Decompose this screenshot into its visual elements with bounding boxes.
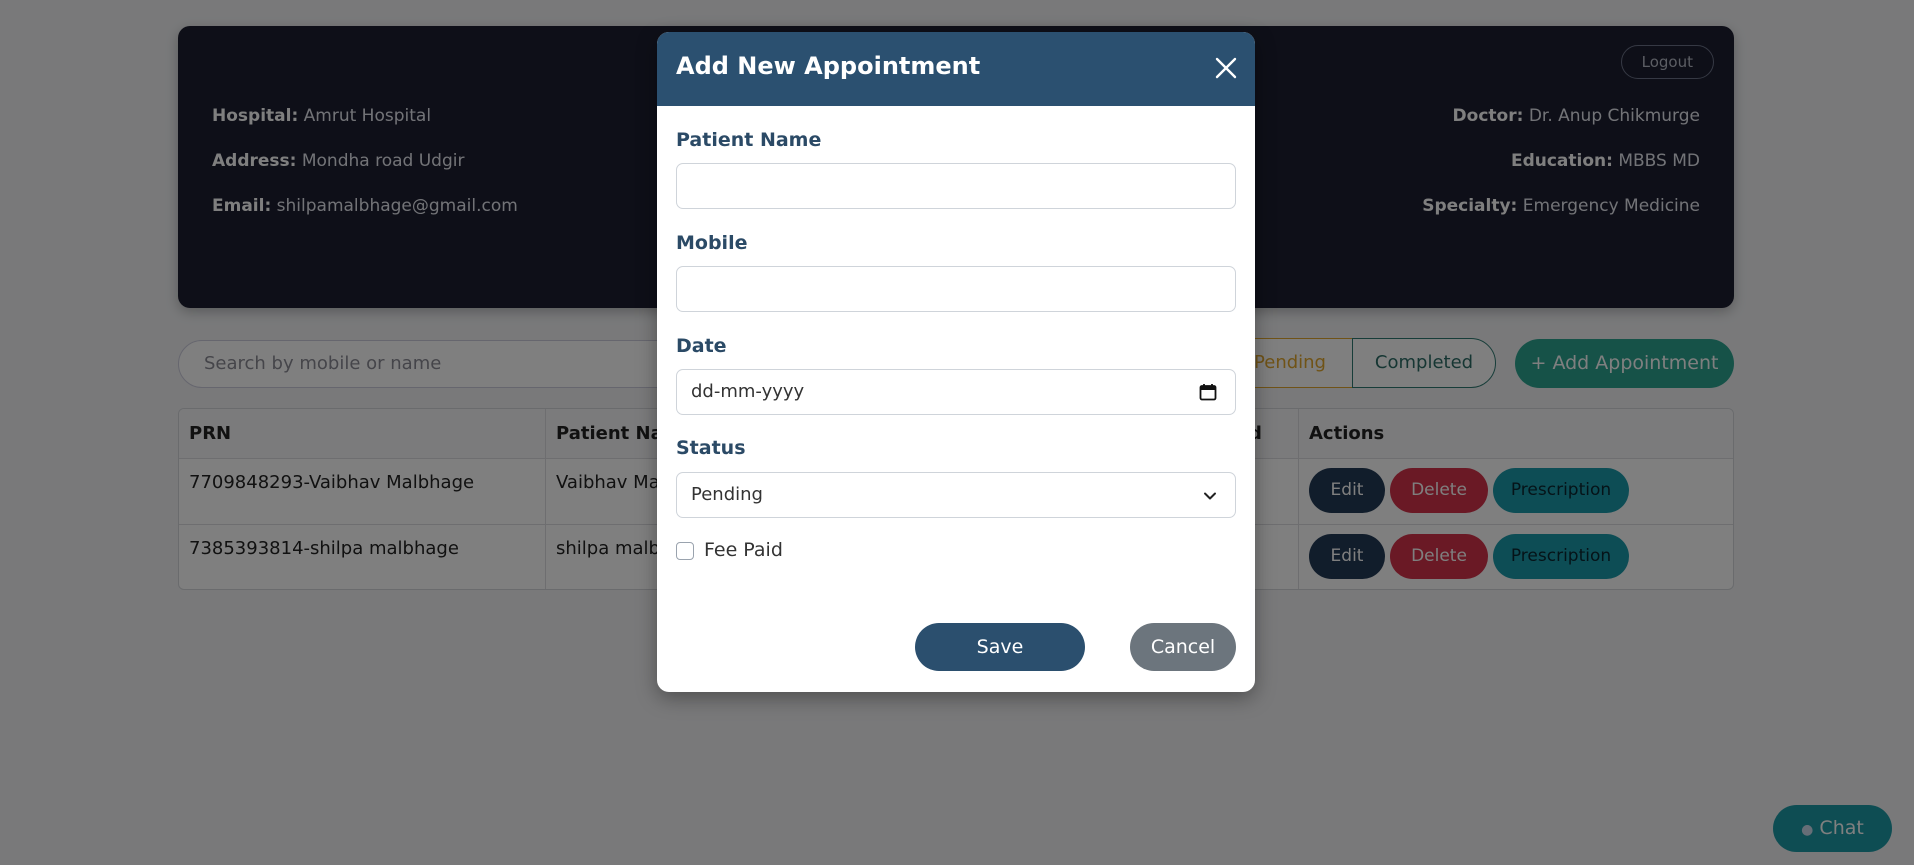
- mobile-label: Mobile: [676, 232, 748, 254]
- date-field[interactable]: dd-mm-yyyy: [676, 369, 1236, 415]
- modal-title: Add New Appointment: [676, 52, 981, 80]
- add-appointment-modal: Add New Appointment Patient Name Mobile …: [657, 32, 1255, 692]
- chevron-down-icon: [1204, 492, 1216, 500]
- patient-name-label: Patient Name: [676, 129, 822, 151]
- status-label: Status: [676, 437, 746, 459]
- cancel-button[interactable]: Cancel: [1130, 623, 1236, 671]
- modal-header: Add New Appointment: [657, 32, 1255, 106]
- mobile-field[interactable]: [676, 266, 1236, 312]
- date-placeholder: dd-mm-yyyy: [691, 381, 805, 402]
- save-appointment-button[interactable]: Save Appointment: [915, 623, 1085, 692]
- close-icon[interactable]: [1213, 55, 1239, 81]
- fee-paid-checkbox[interactable]: [676, 542, 694, 560]
- fee-paid-label: Fee Paid: [704, 539, 783, 561]
- date-label: Date: [676, 335, 727, 357]
- status-value: Pending: [691, 484, 763, 505]
- patient-name-field[interactable]: [676, 163, 1236, 209]
- calendar-icon[interactable]: [1199, 383, 1217, 401]
- status-select[interactable]: Pending: [676, 472, 1236, 518]
